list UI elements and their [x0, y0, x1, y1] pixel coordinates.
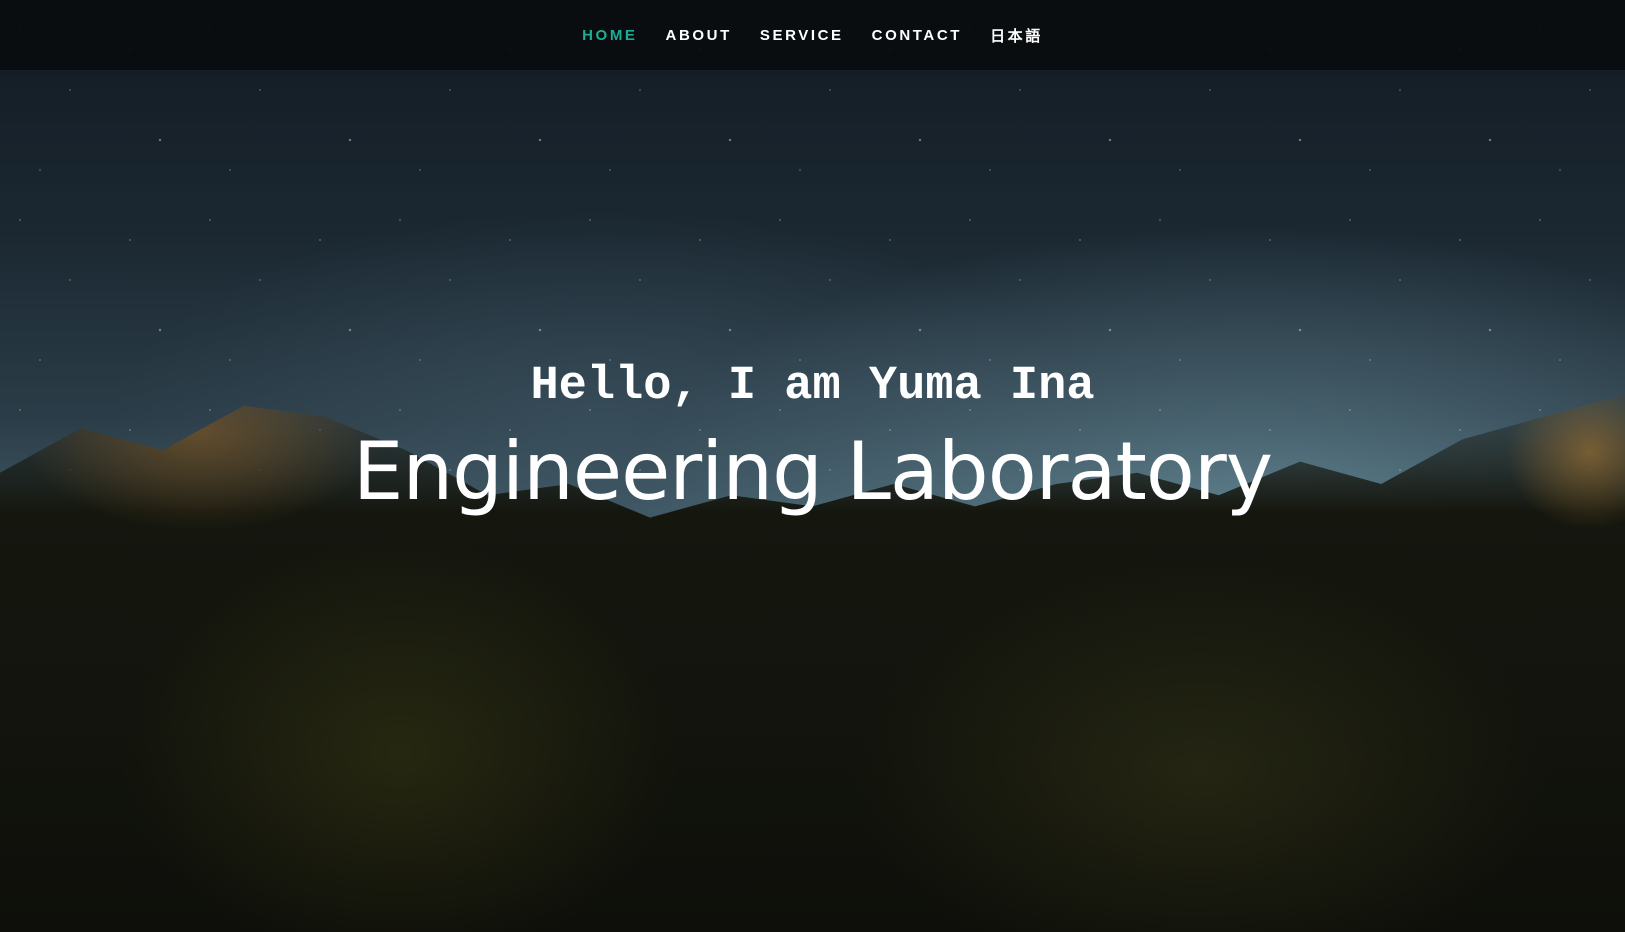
- top-navigation: HOME ABOUT SERVICE CONTACT 日本語: [0, 0, 1625, 70]
- nav-contact[interactable]: CONTACT: [858, 27, 976, 44]
- hero-greeting: Hello, I am Yuma Ina: [530, 360, 1095, 413]
- hero-title: Engineering Laboratory: [352, 425, 1273, 518]
- nav-service[interactable]: SERVICE: [746, 27, 858, 44]
- nav-home[interactable]: HOME: [568, 27, 651, 44]
- nav-japanese[interactable]: 日本語: [976, 25, 1057, 46]
- nav-about[interactable]: ABOUT: [652, 27, 746, 44]
